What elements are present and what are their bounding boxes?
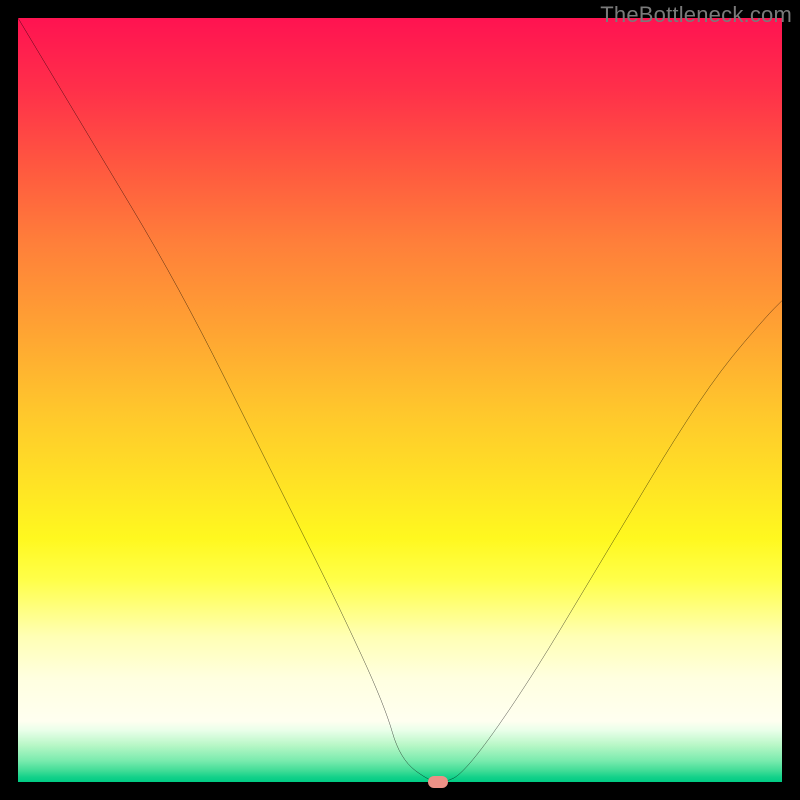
gradient-green-band [18, 721, 782, 782]
chart-background-gradient [18, 18, 782, 782]
gradient-warm-band [18, 18, 782, 721]
optimal-point-marker [428, 776, 448, 788]
watermark-text: TheBottleneck.com [600, 2, 792, 28]
chart-plot-area [18, 18, 782, 782]
